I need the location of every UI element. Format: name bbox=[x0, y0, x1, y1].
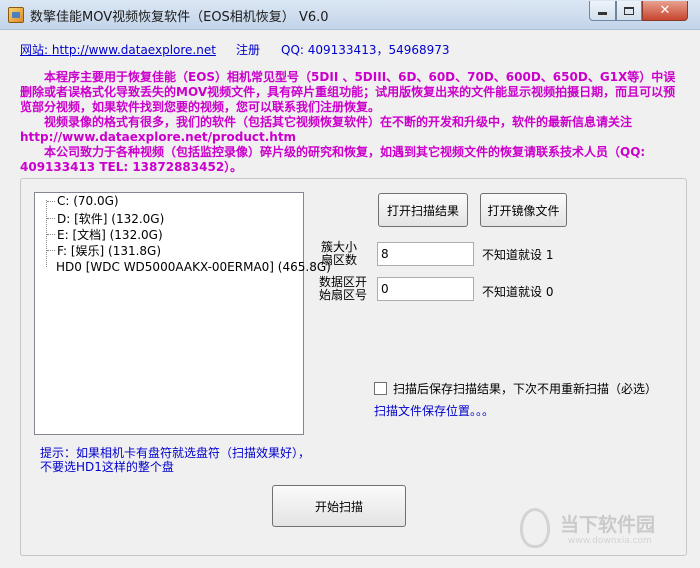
intro-paragraph: 本程序主要用于恢复佳能（EOS）相机常见型号（5DII 、5DIII、6D、60… bbox=[20, 70, 676, 114]
data-start-sector-input[interactable] bbox=[377, 277, 474, 301]
minimize-icon bbox=[598, 12, 607, 15]
watermark-text: 当下软件园 bbox=[560, 514, 656, 536]
watermark-logo-icon bbox=[520, 508, 550, 548]
cluster-size-label-line2: 扇区数 bbox=[321, 253, 358, 267]
tip-line: 不要选HD1这样的整个盘 bbox=[40, 460, 174, 474]
watermark: 当下软件园 www.downxia.com bbox=[520, 508, 690, 558]
cluster-size-input[interactable] bbox=[377, 242, 474, 266]
cluster-size-hint: 不知道就设 1 bbox=[482, 248, 554, 262]
tree-item-label: E: [文档] (132.0G) bbox=[57, 227, 163, 242]
save-scan-result-option[interactable]: 扫描后保存扫描结果，下次不用重新扫描（必选） bbox=[374, 380, 657, 397]
scan-save-location-link[interactable]: 扫描文件保存位置。。。 bbox=[374, 402, 494, 419]
start-scan-button[interactable]: 开始扫描 bbox=[272, 485, 406, 527]
tree-item-disk-hd0[interactable]: HD0 [WDC WD5000AAKX-00ERMA0] (465.8G) bbox=[56, 258, 331, 276]
open-image-file-button[interactable]: 打开镜像文件 bbox=[480, 193, 567, 227]
intro-paragraph: 视频录像的格式有很多，我们的软件（包括其它视频恢复软件）在不断的开发和升级中，软… bbox=[20, 115, 633, 144]
save-scan-result-label: 扫描后保存扫描结果，下次不用重新扫描（必选） bbox=[393, 382, 658, 396]
website-row: 网站: http://www.dataexplore.net bbox=[20, 41, 216, 58]
qq-contact: QQ: 409133413，54968973 bbox=[281, 43, 450, 57]
tree-item-label: HD0 [WDC WD5000AAKX-00ERMA0] (465.8G) bbox=[56, 260, 331, 274]
tree-item-drive-f[interactable]: F: [娱乐] (131.8G) bbox=[47, 241, 161, 259]
open-scan-result-button[interactable]: 打开扫描结果 bbox=[378, 193, 468, 227]
tree-item-label: F: [娱乐] (131.8G) bbox=[57, 243, 162, 258]
tip-text: 提示：如果相机卡有盘符就选盘符（扫描效果好）， 不要选HD1这样的整个盘 bbox=[40, 446, 310, 474]
minimize-button[interactable] bbox=[589, 1, 616, 21]
maximize-icon bbox=[624, 6, 634, 15]
intro-text: 本程序主要用于恢复佳能（EOS）相机常见型号（5DII 、5DIII、6D、60… bbox=[20, 70, 685, 175]
save-scan-result-checkbox[interactable] bbox=[374, 382, 387, 395]
cluster-size-label: 簇大小 扇区数 bbox=[321, 241, 357, 267]
intro-paragraph: 本公司致力于各种视频（包括监控录像）碎片级的研究和恢复，如遇到其它视频文件的恢复… bbox=[20, 145, 646, 174]
website-link[interactable]: http://www.dataexplore.net bbox=[52, 43, 216, 57]
register-link[interactable]: 注册 bbox=[236, 41, 260, 58]
watermark-url: www.downxia.com bbox=[568, 536, 652, 546]
window-title: 数擎佳能MOV视频恢复软件（EOS相机恢复） V6.0 bbox=[30, 10, 329, 25]
maximize-button[interactable] bbox=[616, 1, 642, 21]
data-start-sector-label: 数据区开 始扇区号 bbox=[319, 276, 367, 302]
tree-item-drive-c[interactable]: C: (70.0G) bbox=[47, 192, 119, 210]
data-start-sector-label-line2: 始扇区号 bbox=[319, 288, 368, 302]
website-label[interactable]: 网站: bbox=[20, 43, 52, 57]
tree-item-label: C: (70.0G) bbox=[57, 194, 119, 208]
close-button[interactable]: ✕ bbox=[642, 1, 688, 21]
app-icon bbox=[8, 7, 24, 23]
tree-item-label: D: [软件] (132.0G) bbox=[57, 211, 165, 226]
close-icon: ✕ bbox=[659, 3, 671, 18]
tip-line: 提示：如果相机卡有盘符就选盘符（扫描效果好）， bbox=[40, 446, 311, 460]
data-start-sector-hint: 不知道就设 0 bbox=[482, 285, 554, 299]
